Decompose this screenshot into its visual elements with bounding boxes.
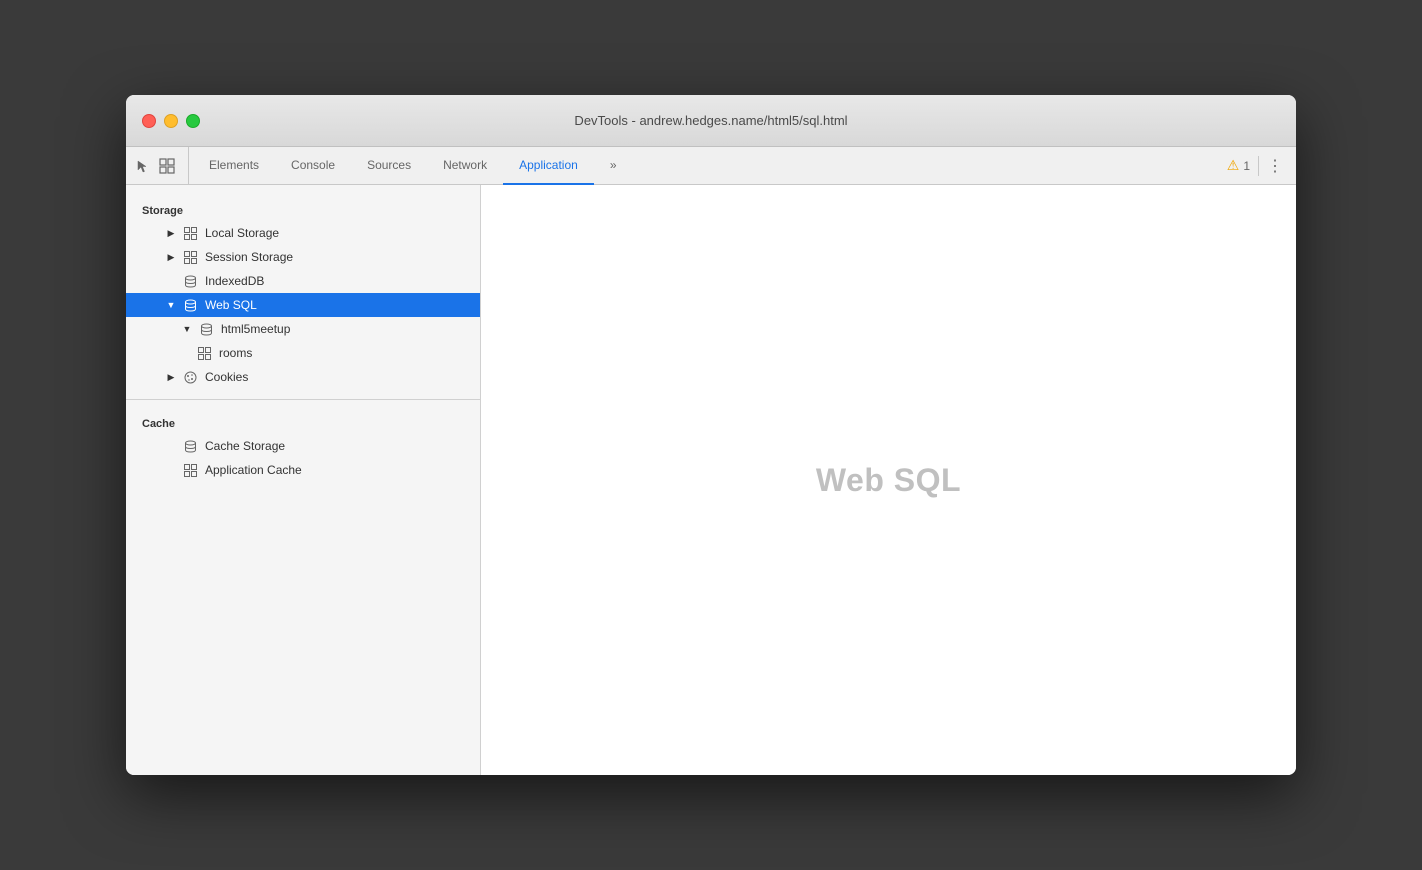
chevron-down-icon: ▼ [166, 300, 176, 310]
cursor-icon[interactable] [134, 157, 152, 175]
sidebar-item-session-storage[interactable]: ▶ Session Storage [126, 245, 480, 269]
sidebar-item-local-storage[interactable]: ▶ Local Storage [126, 221, 480, 245]
db-icon [184, 275, 197, 288]
sidebar-item-indexeddb[interactable]: ▶ IndexedDB [126, 269, 480, 293]
sidebar-divider [126, 399, 480, 400]
db-icon [200, 323, 213, 336]
main-content: Storage ▶ Local Storage ▶ [126, 185, 1296, 775]
tab-sources[interactable]: Sources [351, 147, 427, 185]
content-panel: Web SQL [481, 185, 1296, 775]
close-button[interactable] [142, 114, 156, 128]
grid-icon [198, 347, 211, 360]
content-placeholder: Web SQL [816, 462, 961, 499]
db-icon [184, 440, 197, 453]
title-bar: DevTools - andrew.hedges.name/html5/sql.… [126, 95, 1296, 147]
web-sql-label: Web SQL [205, 298, 257, 312]
application-cache-label: Application Cache [205, 463, 302, 477]
grid-icon [184, 251, 197, 264]
sidebar-item-cookies[interactable]: ▶ Cookies [126, 365, 480, 389]
devtools-window: DevTools - andrew.hedges.name/html5/sql.… [126, 95, 1296, 775]
session-storage-label: Session Storage [205, 250, 293, 264]
tab-application[interactable]: Application [503, 147, 594, 185]
db-icon-active [184, 299, 197, 312]
sidebar-item-cache-storage[interactable]: ▶ Cache Storage [126, 434, 480, 458]
sidebar-item-application-cache[interactable]: ▶ Application Cache [126, 458, 480, 482]
more-options-button[interactable]: ⋮ [1267, 156, 1284, 176]
window-title: DevTools - andrew.hedges.name/html5/sql.… [574, 113, 847, 128]
local-storage-label: Local Storage [205, 226, 279, 240]
chevron-down-icon: ▼ [182, 324, 192, 334]
devtools-icon-group [134, 147, 189, 184]
traffic-lights [142, 114, 200, 128]
sidebar-item-html5meetup[interactable]: ▼ html5meetup [126, 317, 480, 341]
cookie-icon [184, 371, 197, 384]
sidebar: Storage ▶ Local Storage ▶ [126, 185, 481, 775]
tab-network[interactable]: Network [427, 147, 503, 185]
sidebar-item-web-sql[interactable]: ▼ Web SQL [126, 293, 480, 317]
minimize-button[interactable] [164, 114, 178, 128]
rooms-label: rooms [219, 346, 252, 360]
warning-count: 1 [1243, 159, 1250, 173]
chevron-right-icon: ▶ [166, 228, 176, 238]
tab-bar-right: ⚠ 1 ⋮ [1227, 147, 1296, 184]
tab-console[interactable]: Console [275, 147, 351, 185]
tab-more[interactable]: » [594, 147, 633, 185]
divider [1258, 156, 1259, 176]
html5meetup-label: html5meetup [221, 322, 290, 336]
tab-elements[interactable]: Elements [193, 147, 275, 185]
sidebar-item-rooms[interactable]: rooms [126, 341, 480, 365]
cookies-label: Cookies [205, 370, 248, 384]
grid-icon [184, 464, 197, 477]
chevron-right-icon: ▶ [166, 252, 176, 262]
warning-icon: ⚠ [1227, 157, 1240, 174]
inspect-icon[interactable] [158, 157, 176, 175]
cache-section-header: Cache [126, 410, 480, 434]
tab-bar: Elements Console Sources Network Applica… [126, 147, 1296, 185]
chevron-right-icon: ▶ [166, 372, 176, 382]
storage-section-header: Storage [126, 197, 480, 221]
grid-icon [184, 227, 197, 240]
cache-storage-label: Cache Storage [205, 439, 285, 453]
indexeddb-label: IndexedDB [205, 274, 264, 288]
warning-badge[interactable]: ⚠ 1 [1227, 157, 1250, 174]
maximize-button[interactable] [186, 114, 200, 128]
